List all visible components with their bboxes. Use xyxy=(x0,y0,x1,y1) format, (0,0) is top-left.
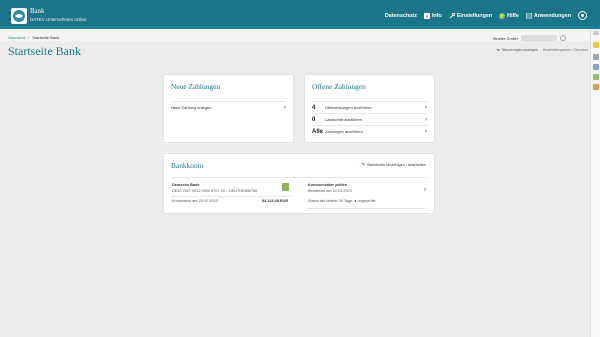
breadcrumb: Übersicht › Startseite Bank xyxy=(8,35,59,40)
app-header: Bank DATEV Unternehmen online Datenschut… xyxy=(0,0,600,26)
nav-anwendungen[interactable]: Anwendungen xyxy=(525,12,571,19)
bankkonto-title: Bankkonto xyxy=(171,161,204,170)
pencil-icon: ✎ xyxy=(361,162,366,168)
nav-info-label: Info xyxy=(431,12,442,19)
steuerungen-link-label: Steuerungen anzeigen xyxy=(501,48,539,52)
top-nav: Datenschutz Info Einstellungen ? Hilfe A… xyxy=(385,11,587,20)
grid-icon xyxy=(525,12,532,19)
breadcrumb-root[interactable]: Übersicht xyxy=(8,35,25,40)
alle-zahlungen-count: Alle xyxy=(312,128,324,135)
bank-name: Deutsche Bank xyxy=(172,183,200,187)
alle-zahlungen-label: Zahlungen ausführen xyxy=(325,129,363,134)
neue-zahlungen-title: Neue Zahlungen xyxy=(171,82,221,91)
check-title: Kontoumsätze prüfen xyxy=(308,183,348,187)
toolbar-chart-icon[interactable] xyxy=(593,74,599,80)
document-icon[interactable] xyxy=(282,183,289,191)
company-label: Muster GmbH xyxy=(493,35,518,41)
iban-text: DE40 7607 0012 0550 8707 49 – DEUTDEMM76… xyxy=(172,189,258,193)
company-dropdown[interactable] xyxy=(521,35,557,41)
svg-text:?: ? xyxy=(501,13,504,18)
chevron-right-icon: › xyxy=(425,128,427,135)
nav-anwendungen-label: Anwendungen xyxy=(533,12,571,19)
nav-einstellungen[interactable]: Einstellungen xyxy=(449,12,493,19)
bankkonto-divider xyxy=(171,177,427,178)
lastschrift-label: Lastschrift ausführen xyxy=(325,117,363,122)
neue-zahlungen-card: Neue Zahlungen Neue Zahlung anlegen › xyxy=(163,74,294,143)
toolbar-document-icon[interactable] xyxy=(593,54,599,60)
right-toolbar xyxy=(590,30,600,337)
chevron-right-icon: › xyxy=(425,104,427,111)
breadcrumb-current: Startseite Bank xyxy=(32,35,60,40)
nav-einstellungen-label: Einstellungen xyxy=(456,12,493,19)
neue-zahlung-anlegen-label: Neue Zahlung anlegen xyxy=(171,105,212,110)
ueberweisungen-row[interactable]: 4 Überweisungen ausführen › xyxy=(312,101,427,113)
chevron-right-icon: › xyxy=(425,116,427,123)
chevron-right-icon: › xyxy=(284,104,286,111)
breadcrumb-separator-icon: › xyxy=(27,35,30,40)
account-divider xyxy=(171,196,291,197)
offene-zahlungen-title: Offene Zahlungen xyxy=(312,82,366,91)
page-title: Startseite Bank xyxy=(8,44,81,58)
offene-zahlungen-card: Offene Zahlungen 4 Überweisungen ausführ… xyxy=(304,74,435,143)
arrow-icon: ⇆ xyxy=(496,48,500,52)
nav-datenschutz-label: Datenschutz xyxy=(384,12,417,19)
toolbar-tools-icon[interactable] xyxy=(593,84,599,90)
ueberweisungen-count: 4 xyxy=(312,104,316,111)
user-avatar-icon[interactable] xyxy=(578,11,587,20)
nav-datenschutz[interactable]: Datenschutz xyxy=(385,13,417,19)
balance-label: Kontostand am 20.02.2023 xyxy=(172,199,218,203)
balance-value: 53.143,48 EUR xyxy=(262,199,288,203)
company-toggle-icon[interactable] xyxy=(560,35,566,41)
help-icon: ? xyxy=(499,12,506,19)
lastschrift-row[interactable]: 0 Lastschrift ausführen › xyxy=(312,113,427,125)
header-accent-bar xyxy=(0,26,600,29)
company-selector[interactable]: Muster GmbH xyxy=(493,35,566,41)
info-icon xyxy=(423,12,430,19)
check-divider xyxy=(308,208,427,209)
app-title: Bank xyxy=(30,8,45,15)
check-status: Status der letzten 30 Tage: ● ungeprüfte xyxy=(308,199,376,203)
nav-hilfe-label: Hilfe xyxy=(507,12,519,19)
toolbar-collapse-icon[interactable] xyxy=(593,31,599,35)
profile-text: Bearbeitungsform: Standard xyxy=(543,48,588,52)
ueberweisungen-label: Überweisungen ausführen xyxy=(325,105,372,110)
neue-zahlung-anlegen-row[interactable]: Neue Zahlung anlegen › xyxy=(171,101,286,113)
bank-logo-icon[interactable] xyxy=(11,8,27,24)
chevron-right-icon[interactable]: › xyxy=(424,187,426,193)
check-edited: Bearbeitet am 10.03.2023 xyxy=(308,189,352,193)
nav-hilfe[interactable]: ? Hilfe xyxy=(499,12,519,19)
bankkonto-edit-link[interactable]: ✎ Bankkonto hinzufügen / bearbeiten xyxy=(361,162,426,168)
steuerungen-link[interactable]: ⇆ Steuerungen anzeigen xyxy=(497,48,538,52)
app-subtitle: DATEV Unternehmen online xyxy=(30,17,87,22)
bankkonto-card: Bankkonto ✎ Bankkonto hinzufügen / bearb… xyxy=(163,153,435,214)
toolbar-calendar-icon[interactable] xyxy=(593,64,599,70)
wrench-icon xyxy=(449,12,455,18)
lastschrift-count: 0 xyxy=(312,116,316,123)
page-info: ⇆ Steuerungen anzeigen Bearbeitungsform:… xyxy=(497,48,588,52)
nav-info[interactable]: Info xyxy=(423,12,442,19)
alle-zahlungen-row[interactable]: Alle Zahlungen ausführen › xyxy=(312,125,427,137)
bankkonto-edit-label: Bankkonto hinzufügen / bearbeiten xyxy=(367,163,426,167)
toolbar-folder-icon[interactable] xyxy=(593,42,599,48)
